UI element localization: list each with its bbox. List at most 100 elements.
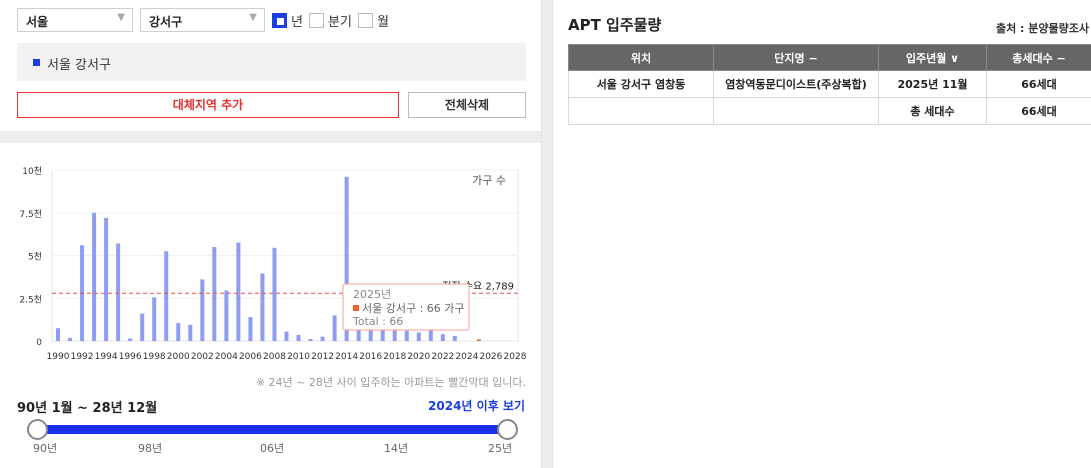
bar-2011[interactable] [308, 338, 313, 341]
cell-units: 66세대 [986, 70, 1091, 98]
bar-1993[interactable] [92, 212, 97, 341]
x-tick-label: 2020 [407, 352, 430, 362]
y-tick-label: 5천 [28, 252, 42, 263]
slider-tick-label: 98년 [138, 442, 163, 455]
bar-2004[interactable] [224, 290, 229, 341]
slider-tick-label: 25년 [488, 442, 513, 455]
bar-2007[interactable] [260, 273, 265, 341]
bar-2010[interactable] [296, 335, 301, 341]
y-tick-label: 2.5천 [19, 294, 42, 305]
x-tick-label: 2004 [215, 352, 238, 362]
delete-all-button[interactable]: 전체삭제 [408, 92, 526, 118]
bar-2022[interactable] [440, 334, 445, 341]
bar-1991[interactable] [68, 337, 73, 341]
tooltip-series-marker [353, 305, 359, 311]
x-tick-label: 1992 [71, 352, 94, 362]
x-tick-label: 2010 [287, 352, 310, 362]
tooltip-title: 2025년 [353, 288, 391, 301]
header-location[interactable]: 위치 [568, 44, 714, 71]
bar-2013[interactable] [332, 315, 337, 341]
x-tick-label: 2028 [504, 352, 527, 362]
bar-2012[interactable] [320, 336, 325, 341]
range-title: 90년 1월 ~ 28년 12월 [17, 401, 158, 416]
bar-1999[interactable] [164, 251, 169, 341]
x-tick-label: 2012 [311, 352, 334, 362]
tooltip-total-line: Total : 66 [352, 315, 403, 328]
bar-2018[interactable] [392, 329, 397, 341]
sido-select[interactable]: 서울 ▼ [17, 8, 133, 32]
slider-tick-label: 90년 [33, 442, 58, 455]
x-tick-label: 2000 [167, 352, 190, 362]
bar-1996[interactable] [128, 338, 133, 341]
x-tick-label: 2024 [455, 352, 478, 362]
x-tick-label: 1990 [47, 352, 70, 362]
x-tick-label: 1998 [143, 352, 166, 362]
sido-select-value: 서울 [26, 15, 49, 29]
cell-date: 2025년 11월 [878, 70, 987, 98]
x-tick-label: 2002 [191, 352, 214, 362]
gu-select-value: 강서구 [149, 15, 183, 29]
bar-2000[interactable] [176, 323, 181, 341]
bar-2003[interactable] [212, 246, 217, 341]
bar-2009[interactable] [284, 331, 289, 341]
bar-2008[interactable] [272, 247, 277, 341]
add-region-button[interactable]: 대체지역 추가 [17, 92, 399, 118]
bar-1995[interactable] [116, 243, 121, 341]
left-panel: 서울 ▼ 강서구 ▼ 년 분기 월 서울 강서구 대체지역 추가 전체삭제 0 2… [0, 0, 541, 468]
y-axis-ticks: 0 2.5천 5천 7.5천 10천 [19, 166, 42, 348]
bar-2006[interactable] [248, 317, 253, 341]
after-2024-link[interactable]: 2024년 이후 보기 [428, 397, 525, 414]
total-value: 66세대 [986, 97, 1091, 125]
header-complex[interactable]: 단지명 − [713, 44, 879, 71]
range-slider-start-handle[interactable] [27, 419, 48, 440]
bar-2001[interactable] [188, 324, 193, 341]
period-year-checkbox[interactable]: 년 [272, 11, 303, 30]
range-slider-track[interactable] [37, 425, 508, 434]
bar-1997[interactable] [140, 313, 145, 341]
total-label: 총 세대수 [878, 97, 987, 125]
slider-tick-label: 14년 [384, 442, 409, 455]
checkbox-empty-icon [358, 13, 373, 28]
supply-bar-chart: 02.5천5천7.5천10천 적정 수요 2,789 1990 1992 1994 1… [19, 166, 527, 362]
bar-2005[interactable] [236, 242, 241, 341]
table-row[interactable]: 서울 강서구 염창동 염창역동문디이스트(주상복합) 2025년 11월 66세… [568, 70, 1091, 98]
bar-1990[interactable] [56, 328, 60, 341]
range-slider-end-handle[interactable] [497, 419, 518, 440]
header-units[interactable]: 총세대수 − [986, 44, 1091, 71]
bar-2002[interactable] [200, 279, 205, 341]
cell-complex: 염창역동문디이스트(주상복합) [713, 70, 879, 98]
tooltip-series-line: 서울 강서구 : 66 가구 [362, 302, 465, 315]
region-color-marker [33, 59, 40, 66]
bar-2020[interactable] [416, 332, 421, 341]
x-tick-label: 2018 [383, 352, 406, 362]
bar-2025[interactable] [476, 339, 481, 342]
bar-2023[interactable] [452, 335, 457, 341]
gu-select[interactable]: 강서구 ▼ [140, 8, 265, 32]
section-divider [0, 131, 541, 143]
y-tick-label: 0 [36, 338, 42, 348]
slider-tick-label: 06년 [260, 442, 285, 455]
checkbox-empty-icon [309, 13, 324, 28]
bar-1994[interactable] [104, 217, 109, 341]
chart-tooltip: 2025년 서울 강서구 : 66 가구 Total : 66 [342, 283, 470, 331]
x-tick-label: 2022 [431, 352, 454, 362]
x-tick-label: 1994 [95, 352, 118, 362]
period-month-checkbox[interactable]: 월 [358, 11, 389, 30]
x-tick-label: 2014 [335, 352, 358, 362]
period-quarter-checkbox[interactable]: 분기 [309, 11, 352, 30]
table-title: APT 입주물량 [568, 16, 662, 34]
x-tick-label: 2006 [239, 352, 262, 362]
x-tick-label: 2008 [263, 352, 286, 362]
header-date[interactable]: 입주년월 ∨ [878, 44, 987, 71]
panel-divider [541, 0, 553, 468]
right-panel: APT 입주물량 출처 : 분양물량조사 위치 단지명 − 입주년월 ∨ 총세대… [553, 0, 1091, 468]
y-tick-label: 10천 [22, 166, 42, 177]
selected-region-label[interactable]: 서울 강서구 [47, 54, 111, 73]
bar-2019[interactable] [404, 330, 409, 341]
checkbox-checked-icon [272, 13, 287, 28]
bar-1998[interactable] [152, 297, 157, 341]
chart-legend-label: 가구 수 [472, 174, 506, 187]
x-tick-label: 2026 [479, 352, 502, 362]
x-tick-label: 2016 [359, 352, 382, 362]
x-tick-label: 1996 [119, 352, 142, 362]
